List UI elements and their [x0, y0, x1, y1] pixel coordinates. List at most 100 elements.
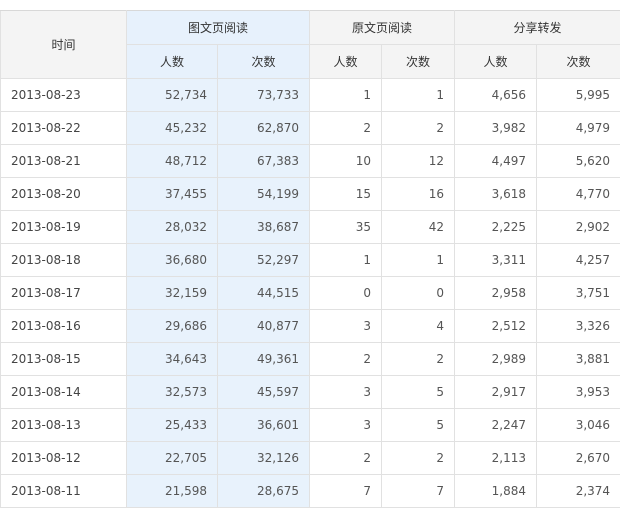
cell-original-count: 4 [382, 310, 455, 343]
cell-date: 2013-08-21 [1, 145, 127, 178]
table-row: 2013-08-2245,23262,870223,9824,979 [1, 112, 620, 145]
cell-share-count: 3,953 [537, 376, 620, 409]
group-header-graphic-page-reads[interactable]: 图文页阅读 [127, 11, 310, 45]
cell-original-count: 7 [382, 475, 455, 508]
cell-original-count: 5 [382, 376, 455, 409]
cell-share-users: 4,497 [455, 145, 537, 178]
table-row: 2013-08-1222,70532,126222,1132,670 [1, 442, 620, 475]
cell-graphic-users: 21,598 [127, 475, 218, 508]
cell-share-count: 2,670 [537, 442, 620, 475]
cell-original-count: 0 [382, 277, 455, 310]
cell-date: 2013-08-22 [1, 112, 127, 145]
cell-share-users: 3,982 [455, 112, 537, 145]
cell-share-users: 2,917 [455, 376, 537, 409]
cell-original-count: 2 [382, 343, 455, 376]
cell-graphic-count: 52,297 [218, 244, 310, 277]
group-header-shares[interactable]: 分享转发 [455, 11, 620, 45]
stats-table: 时间 图文页阅读 原文页阅读 分享转发 人数 次数 人数 次数 人数 次数 20… [0, 10, 620, 508]
cell-original-count: 42 [382, 211, 455, 244]
cell-share-count: 3,881 [537, 343, 620, 376]
table-row: 2013-08-1432,57345,597352,9173,953 [1, 376, 620, 409]
header-group-row: 时间 图文页阅读 原文页阅读 分享转发 [1, 11, 620, 45]
cell-graphic-count: 45,597 [218, 376, 310, 409]
cell-date: 2013-08-11 [1, 475, 127, 508]
table-row: 2013-08-2037,45554,19915163,6184,770 [1, 178, 620, 211]
cell-graphic-users: 34,643 [127, 343, 218, 376]
table-body: 2013-08-2352,73473,733114,6565,9952013-0… [1, 79, 620, 508]
cell-date: 2013-08-17 [1, 277, 127, 310]
cell-graphic-users: 32,159 [127, 277, 218, 310]
cell-original-count: 16 [382, 178, 455, 211]
cell-graphic-count: 44,515 [218, 277, 310, 310]
cell-graphic-count: 28,675 [218, 475, 310, 508]
cell-graphic-count: 36,601 [218, 409, 310, 442]
group-header-original-page-reads[interactable]: 原文页阅读 [310, 11, 455, 45]
column-header-share-count[interactable]: 次数 [537, 45, 620, 79]
cell-original-count: 2 [382, 442, 455, 475]
cell-share-count: 3,326 [537, 310, 620, 343]
cell-share-users: 2,958 [455, 277, 537, 310]
cell-date: 2013-08-23 [1, 79, 127, 112]
cell-original-users: 7 [310, 475, 382, 508]
table-row: 2013-08-1732,15944,515002,9583,751 [1, 277, 620, 310]
cell-original-count: 1 [382, 79, 455, 112]
cell-share-count: 5,620 [537, 145, 620, 178]
cell-original-users: 2 [310, 343, 382, 376]
cell-graphic-users: 36,680 [127, 244, 218, 277]
cell-share-users: 4,656 [455, 79, 537, 112]
cell-graphic-users: 52,734 [127, 79, 218, 112]
cell-share-users: 2,989 [455, 343, 537, 376]
cell-original-users: 0 [310, 277, 382, 310]
cell-graphic-users: 25,433 [127, 409, 218, 442]
cell-share-count: 4,979 [537, 112, 620, 145]
cell-graphic-count: 62,870 [218, 112, 310, 145]
cell-share-count: 4,257 [537, 244, 620, 277]
cell-graphic-count: 54,199 [218, 178, 310, 211]
cell-graphic-count: 40,877 [218, 310, 310, 343]
table-header: 时间 图文页阅读 原文页阅读 分享转发 人数 次数 人数 次数 人数 次数 [1, 11, 620, 79]
table-row: 2013-08-1629,68640,877342,5123,326 [1, 310, 620, 343]
table-row: 2013-08-1534,64349,361222,9893,881 [1, 343, 620, 376]
cell-original-count: 5 [382, 409, 455, 442]
cell-graphic-count: 38,687 [218, 211, 310, 244]
cell-share-count: 3,046 [537, 409, 620, 442]
cell-graphic-users: 32,573 [127, 376, 218, 409]
column-header-time[interactable]: 时间 [1, 11, 127, 79]
cell-original-count: 12 [382, 145, 455, 178]
column-header-original-users[interactable]: 人数 [310, 45, 382, 79]
cell-original-users: 1 [310, 244, 382, 277]
cell-share-users: 2,247 [455, 409, 537, 442]
cell-share-count: 2,374 [537, 475, 620, 508]
cell-graphic-count: 49,361 [218, 343, 310, 376]
cell-date: 2013-08-18 [1, 244, 127, 277]
cell-share-users: 2,113 [455, 442, 537, 475]
cell-original-users: 2 [310, 442, 382, 475]
cell-graphic-count: 67,383 [218, 145, 310, 178]
cell-date: 2013-08-20 [1, 178, 127, 211]
cell-date: 2013-08-14 [1, 376, 127, 409]
table-row: 2013-08-1325,43336,601352,2473,046 [1, 409, 620, 442]
cell-graphic-users: 28,032 [127, 211, 218, 244]
table-row: 2013-08-2148,71267,38310124,4975,620 [1, 145, 620, 178]
cell-original-users: 35 [310, 211, 382, 244]
cell-share-users: 3,311 [455, 244, 537, 277]
cell-graphic-count: 73,733 [218, 79, 310, 112]
cell-graphic-users: 22,705 [127, 442, 218, 475]
column-header-graphic-users[interactable]: 人数 [127, 45, 218, 79]
cell-graphic-users: 37,455 [127, 178, 218, 211]
cell-original-count: 1 [382, 244, 455, 277]
column-header-graphic-count[interactable]: 次数 [218, 45, 310, 79]
table-row: 2013-08-2352,73473,733114,6565,995 [1, 79, 620, 112]
cell-original-count: 2 [382, 112, 455, 145]
cell-share-count: 5,995 [537, 79, 620, 112]
column-header-share-users[interactable]: 人数 [455, 45, 537, 79]
cell-graphic-users: 29,686 [127, 310, 218, 343]
cell-date: 2013-08-16 [1, 310, 127, 343]
cell-original-users: 10 [310, 145, 382, 178]
table-row: 2013-08-1121,59828,675771,8842,374 [1, 475, 620, 508]
cell-original-users: 3 [310, 310, 382, 343]
column-header-original-count[interactable]: 次数 [382, 45, 455, 79]
cell-share-users: 3,618 [455, 178, 537, 211]
cell-share-users: 2,512 [455, 310, 537, 343]
cell-original-users: 1 [310, 79, 382, 112]
